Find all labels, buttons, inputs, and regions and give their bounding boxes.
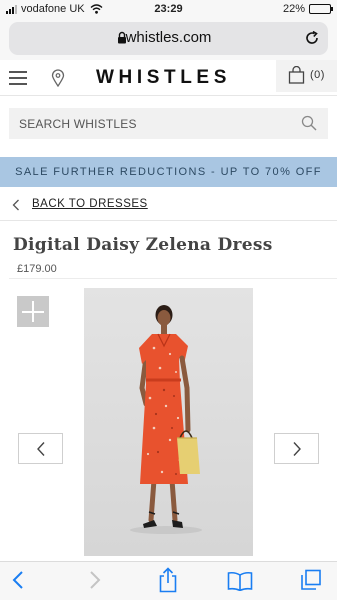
share-icon[interactable] [158, 567, 178, 593]
url-field[interactable]: whistles.com [9, 22, 328, 55]
search-box [9, 108, 328, 139]
chevron-left-icon [37, 442, 45, 456]
shopping-bag-button[interactable]: (0) [276, 60, 337, 92]
browser-toolbar [0, 561, 337, 600]
map-pin-icon[interactable] [51, 69, 65, 87]
search-input[interactable] [19, 108, 289, 139]
reload-icon[interactable] [304, 30, 320, 46]
url-text: whistles.com [125, 29, 212, 46]
chevron-right-icon [293, 442, 301, 456]
product-image[interactable] [84, 288, 253, 556]
tabs-icon[interactable] [300, 569, 322, 591]
status-bar: vodafone UK 23:29 22% [0, 0, 337, 20]
promo-banner[interactable]: SALE FURTHER REDUCTIONS - UP TO 70% OFF [0, 157, 337, 187]
status-right: 22% [282, 3, 333, 15]
battery-percent: 22% [282, 3, 305, 15]
divider [9, 278, 337, 279]
plus-zoom-icon[interactable] [17, 296, 49, 327]
bookmarks-icon[interactable] [227, 571, 253, 591]
breadcrumb: BACK TO DRESSES [0, 189, 337, 221]
product-price: £179.00 [17, 263, 57, 275]
browser-address-bar: whistles.com [0, 20, 337, 60]
search-icon[interactable] [301, 115, 317, 131]
next-image-button[interactable] [274, 433, 319, 464]
site-header: WHISTLES (0) [0, 60, 337, 96]
hamburger-menu-icon[interactable] [9, 71, 27, 85]
battery-icon [309, 4, 333, 14]
back-to-dresses-link[interactable]: BACK TO DRESSES [32, 198, 148, 210]
brand-logo[interactable]: WHISTLES [96, 67, 231, 89]
bag-count: (0) [310, 69, 325, 81]
shopping-bag-icon [288, 66, 305, 84]
promo-text: SALE FURTHER REDUCTIONS - UP TO 70% OFF [15, 166, 322, 178]
product-title: Digital Daisy Zelena Dress [13, 235, 273, 255]
back-arrow-icon[interactable] [11, 570, 27, 590]
chevron-left-icon[interactable] [12, 199, 20, 211]
forward-arrow-icon[interactable] [86, 570, 102, 590]
previous-image-button[interactable] [18, 433, 63, 464]
model-illustration [130, 305, 202, 534]
